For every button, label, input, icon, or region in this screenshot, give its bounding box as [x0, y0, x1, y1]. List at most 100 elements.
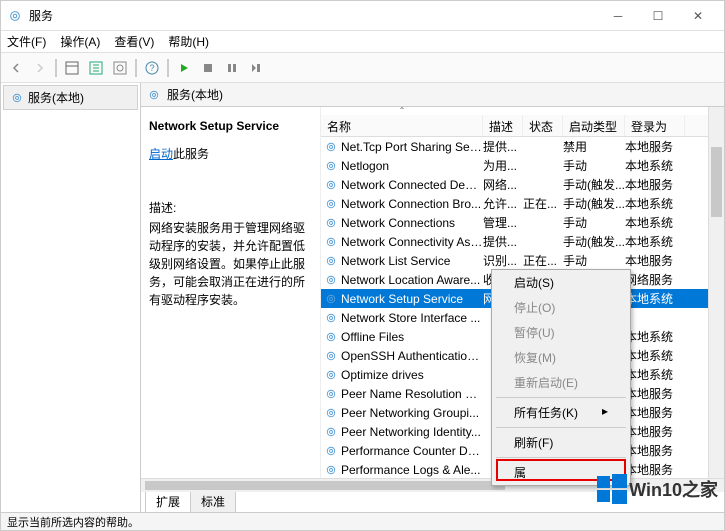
- menu-divider: [496, 397, 626, 398]
- column-headers: 名称 描述 状态 启动类型 登录为: [321, 115, 708, 137]
- col-startup[interactable]: 启动类型: [563, 115, 625, 136]
- cell-startup: 手动: [563, 252, 625, 269]
- detail-desc-text: 网络安装服务用于管理网络驱动程序的安装，并允许配置低级别网络设置。如果停止此服务…: [149, 219, 312, 309]
- statusbar: 显示当前所选内容的帮助。: [1, 512, 724, 530]
- ctx-alltasks[interactable]: 所有任务(K)▸: [492, 400, 630, 425]
- cell-desc: 为用...: [483, 157, 523, 174]
- minimize-button[interactable]: ─: [598, 2, 638, 30]
- detail-service-name: Network Setup Service: [149, 117, 312, 135]
- cell-desc: 网络...: [483, 176, 523, 193]
- service-row[interactable]: Netlogon为用...手动本地系统: [321, 156, 708, 175]
- service-row[interactable]: Network Connections管理...手动本地系统: [321, 213, 708, 232]
- list-body: Network Setup Service 启动此服务 描述: 网络安装服务用于…: [141, 107, 724, 490]
- separator: [55, 59, 57, 77]
- gear-icon: [10, 91, 24, 105]
- separator: [167, 59, 169, 77]
- tab-standard[interactable]: 标准: [190, 490, 236, 512]
- cell-logon: 本地系统: [625, 233, 685, 250]
- window-title: 服务: [29, 7, 598, 24]
- cell-logon: 本地系统: [625, 347, 685, 364]
- forward-button[interactable]: [29, 57, 51, 79]
- ctx-resume[interactable]: 恢复(M): [492, 345, 630, 370]
- menu-help[interactable]: 帮助(H): [168, 33, 209, 50]
- menu-view[interactable]: 查看(V): [114, 33, 154, 50]
- list-header-label: 服务(本地): [167, 86, 223, 103]
- stop-service-button[interactable]: [197, 57, 219, 79]
- gear-icon: [323, 388, 339, 400]
- show-hide-tree-button[interactable]: [61, 57, 83, 79]
- ctx-start[interactable]: 启动(S): [492, 270, 630, 295]
- col-logon[interactable]: 登录为: [625, 115, 685, 136]
- cell-logon: 本地系统: [625, 157, 685, 174]
- cell-startup: 禁用: [563, 138, 625, 155]
- help-button[interactable]: ?: [141, 57, 163, 79]
- ctx-refresh[interactable]: 刷新(F): [492, 430, 630, 455]
- gear-icon: [323, 217, 339, 229]
- close-button[interactable]: ✕: [678, 2, 718, 30]
- vertical-scrollbar[interactable]: [708, 107, 724, 490]
- back-button[interactable]: [5, 57, 27, 79]
- gear-icon: [323, 426, 339, 438]
- list-header: 服务(本地): [141, 83, 724, 107]
- cell-startup: 手动(触发...: [563, 233, 625, 250]
- detail-pane: Network Setup Service 启动此服务 描述: 网络安装服务用于…: [141, 107, 321, 490]
- cell-name: Network Setup Service: [339, 292, 483, 306]
- cell-startup: 手动: [563, 157, 625, 174]
- col-desc[interactable]: 描述: [483, 115, 523, 136]
- start-link[interactable]: 启动: [149, 145, 173, 163]
- gear-icon: [323, 198, 339, 210]
- restart-service-button[interactable]: [245, 57, 267, 79]
- gear-icon: [323, 464, 339, 476]
- cell-name: OpenSSH Authentication ...: [339, 349, 483, 363]
- scrollbar-thumb[interactable]: [145, 481, 505, 490]
- service-row[interactable]: Network Connection Bro...允许...正在...手动(触发…: [321, 194, 708, 213]
- service-row[interactable]: Net.Tcp Port Sharing Ser...提供...禁用本地服务: [321, 137, 708, 156]
- service-row[interactable]: Network Connectivity Ass...提供...手动(触发...…: [321, 232, 708, 251]
- menu-action[interactable]: 操作(A): [60, 33, 100, 50]
- cell-name: Network List Service: [339, 254, 483, 268]
- service-row[interactable]: Network Connected Devi...网络...手动(触发...本地…: [321, 175, 708, 194]
- watermark: Win10之家: [595, 472, 718, 506]
- ctx-restart[interactable]: 重新启动(E): [492, 370, 630, 395]
- cell-startup: 手动(触发...: [563, 195, 625, 212]
- cell-name: Network Location Aware...: [339, 273, 483, 287]
- refresh-button[interactable]: [109, 57, 131, 79]
- cell-status: 正在...: [523, 252, 563, 269]
- sort-arrow-icon: ⌃: [321, 107, 483, 115]
- cell-name: Performance Counter DL...: [339, 444, 483, 458]
- detail-start-suffix: 此服务: [173, 147, 209, 161]
- cell-name: Performance Logs & Ale...: [339, 463, 483, 477]
- list-pane: 服务(本地) Network Setup Service 启动此服务 描述: 网…: [141, 83, 724, 512]
- gear-icon: [323, 293, 339, 305]
- scrollbar-thumb[interactable]: [711, 147, 722, 217]
- menu-divider: [496, 427, 626, 428]
- col-status[interactable]: 状态: [523, 115, 563, 136]
- ctx-pause[interactable]: 暂停(U): [492, 320, 630, 345]
- cell-logon: 本地系统: [625, 290, 685, 307]
- cell-logon: 网络服务: [625, 271, 685, 288]
- gear-icon: [323, 350, 339, 362]
- start-service-button[interactable]: [173, 57, 195, 79]
- cell-logon: 本地系统: [625, 214, 685, 231]
- service-row[interactable]: Network List Service识别...正在...手动本地服务: [321, 251, 708, 270]
- maximize-button[interactable]: ☐: [638, 2, 678, 30]
- cell-name: Peer Networking Groupi...: [339, 406, 483, 420]
- cell-name: Peer Networking Identity...: [339, 425, 483, 439]
- ctx-stop[interactable]: 停止(O): [492, 295, 630, 320]
- tree-item-services-local[interactable]: 服务(本地): [3, 85, 138, 110]
- cell-name: Network Store Interface ...: [339, 311, 483, 325]
- pause-service-button[interactable]: [221, 57, 243, 79]
- cell-logon: 本地系统: [625, 328, 685, 345]
- export-button[interactable]: [85, 57, 107, 79]
- cell-startup: 手动(触发...: [563, 176, 625, 193]
- cell-startup: 手动: [563, 214, 625, 231]
- tab-extended[interactable]: 扩展: [145, 490, 191, 512]
- context-menu: 启动(S) 停止(O) 暂停(U) 恢复(M) 重新启动(E) 所有任务(K)▸…: [491, 269, 631, 486]
- cell-desc: 管理...: [483, 214, 523, 231]
- menu-file[interactable]: 文件(F): [7, 33, 46, 50]
- gear-icon: [323, 369, 339, 381]
- col-name[interactable]: 名称: [321, 115, 483, 136]
- cell-desc: 允许...: [483, 195, 523, 212]
- window-controls: ─ ☐ ✕: [598, 2, 718, 30]
- cell-logon: 本地服务: [625, 138, 685, 155]
